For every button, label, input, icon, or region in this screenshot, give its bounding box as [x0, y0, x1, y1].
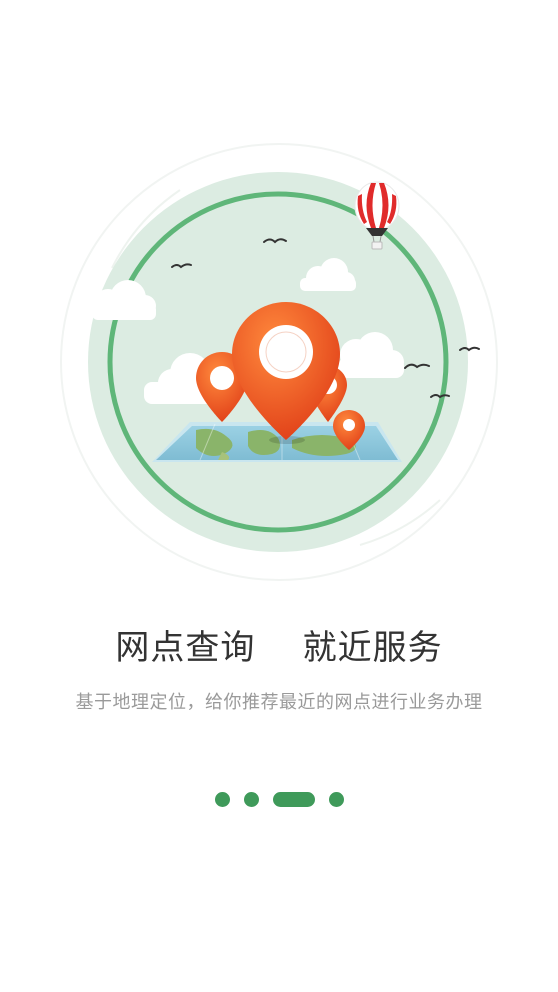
onboarding-illustration	[60, 143, 498, 581]
page-dot[interactable]	[328, 791, 344, 807]
feature-title: 网点查询 就近服务	[115, 628, 443, 668]
page-dot-active[interactable]	[272, 791, 315, 807]
feature-subtitle: 基于地理定位，给你推荐最近的网点进行业务办理	[75, 692, 483, 713]
page-dot[interactable]	[243, 791, 259, 807]
page-indicator	[0, 791, 558, 807]
page-dot[interactable]	[214, 791, 230, 807]
